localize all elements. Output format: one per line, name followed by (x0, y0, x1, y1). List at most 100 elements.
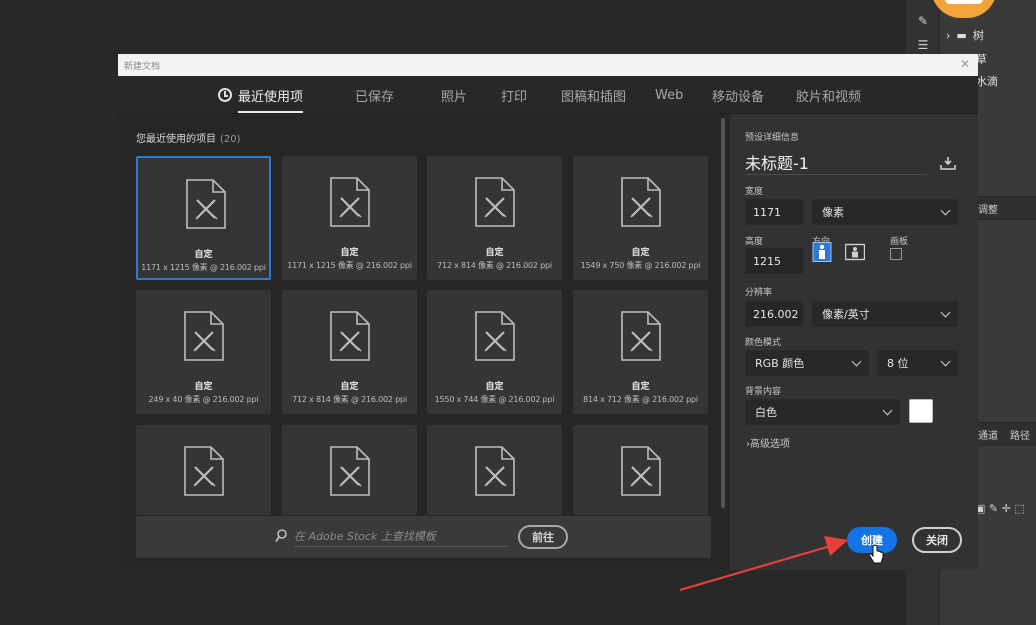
resolution-unit-select[interactable]: 像素/英寸 (812, 301, 958, 327)
background-contents-label: 背景内容 (745, 387, 782, 397)
tab-web[interactable]: Web (655, 76, 683, 114)
recent-items-count: (20) (220, 134, 241, 145)
recent-presets-pane: 您最近使用的项目 (20) 自定 1171 x 1215 像素 @ 216.002 … (118, 114, 730, 570)
tab-recent[interactable]: 最近使用项 (218, 76, 304, 114)
go-button[interactable]: 前往 (518, 525, 568, 549)
chevron-down-icon (940, 205, 951, 216)
preset-tile[interactable]: 自定 1171 x 1215 像素 @ 216.002 ppi (136, 156, 271, 280)
preset-tile[interactable]: 自定 1550 x 744 像素 @ 216.002 ppi (427, 290, 562, 414)
height-label: 高度 (745, 237, 764, 247)
document-icon (186, 179, 226, 229)
dialog-titlebar: 新建文档 ✕ (118, 54, 978, 76)
document-icon (475, 311, 515, 361)
hand-cursor-icon (868, 545, 884, 564)
portrait-orientation-icon[interactable] (812, 242, 832, 262)
dialog-title: 新建文档 (124, 62, 161, 72)
artboard-label: 画板 (890, 237, 909, 247)
tab-mobile[interactable]: 移动设备 (712, 76, 764, 114)
width-label: 宽度 (745, 187, 764, 197)
chevron-down-icon (940, 356, 951, 367)
document-icon (621, 446, 661, 496)
preset-name: 自定 (194, 382, 213, 392)
close-button[interactable]: 关闭 (912, 527, 962, 553)
preset-tile[interactable] (573, 425, 708, 515)
color-mode-select[interactable]: RGB 颜色 (745, 350, 869, 376)
width-unit-select[interactable]: 像素 (812, 199, 958, 225)
document-icon (475, 446, 515, 496)
landscape-orientation-icon[interactable] (845, 242, 865, 262)
stock-search-input[interactable] (294, 527, 509, 547)
preset-tile[interactable] (136, 425, 271, 515)
preset-tile[interactable] (427, 425, 562, 515)
tab-art-illustration[interactable]: 图稿和插图 (561, 76, 626, 114)
preset-name: 自定 (340, 382, 359, 392)
preset-info: 712 x 814 像素 @ 216.002 ppi (437, 261, 552, 270)
preset-tile[interactable]: 自定 1171 x 1215 像素 @ 216.002 ppi (282, 156, 417, 280)
height-input[interactable]: 1215 (745, 248, 803, 274)
adjust-sliders-icon[interactable]: ☰ (914, 38, 932, 52)
preset-name: 自定 (340, 248, 359, 258)
recent-items-label: 您最近使用的项目 (20) (136, 134, 241, 145)
tab-print[interactable]: 打印 (501, 76, 527, 114)
preset-info: 1550 x 744 像素 @ 216.002 ppi (434, 395, 555, 404)
document-icon (330, 177, 370, 227)
preset-name: 自定 (631, 382, 650, 392)
preset-info: 1549 x 750 像素 @ 216.002 ppi (580, 261, 701, 270)
chevron-down-icon (940, 307, 951, 318)
document-icon (330, 311, 370, 361)
new-document-dialog: 新建文档 ✕ 最近使用项 已保存 照片 打印 图稿和插图 Web 移动设备 胶片… (118, 54, 978, 570)
chevron-down-icon (882, 405, 893, 416)
layer-row[interactable]: 水滴 (976, 70, 998, 92)
document-name-input[interactable]: 未标题-1 (745, 150, 809, 174)
document-name-underline (745, 174, 927, 175)
preset-tile[interactable]: 自定 712 x 814 像素 @ 216.002 ppi (427, 156, 562, 280)
advanced-options-toggle[interactable]: ›高级选项 (746, 435, 790, 450)
brush-settings-icon[interactable]: ✎ (914, 14, 932, 28)
document-icon (621, 311, 661, 361)
document-icon (184, 446, 224, 496)
tab-film-video[interactable]: 胶片和视频 (796, 76, 861, 114)
adobe-stock-search-bar: 前往 (136, 516, 711, 558)
preset-info: 249 x 40 像素 @ 216.002 ppi (148, 395, 259, 404)
search-icon (275, 529, 287, 542)
panel-tab-channels[interactable]: 通道 (978, 424, 998, 444)
resolution-label: 分辨率 (745, 288, 773, 298)
color-mode-label: 颜色模式 (745, 338, 782, 348)
preset-name: 自定 (485, 382, 504, 392)
scrollbar[interactable] (721, 118, 725, 508)
preset-name: 自定 (485, 248, 504, 258)
preset-tile[interactable]: 自定 1549 x 750 像素 @ 216.002 ppi (573, 156, 708, 280)
preset-info: 1171 x 1215 像素 @ 216.002 ppi (141, 263, 266, 272)
document-icon (475, 177, 515, 227)
layer-row[interactable]: › ▬ 树 (946, 24, 984, 46)
background-color-swatch[interactable] (909, 399, 933, 423)
artboard-checkbox[interactable] (890, 248, 902, 260)
preset-tile[interactable]: 自定 814 x 712 像素 @ 216.002 ppi (573, 290, 708, 414)
preset-tile[interactable] (282, 425, 417, 515)
panel-tab-adjust[interactable]: 调整 (978, 198, 998, 218)
folder-icon: ▬ (956, 28, 967, 42)
preset-info: 712 x 814 像素 @ 216.002 ppi (292, 395, 407, 404)
save-preset-icon[interactable] (940, 156, 956, 170)
width-input[interactable]: 1171 (745, 199, 803, 225)
tab-saved[interactable]: 已保存 (355, 76, 394, 114)
resolution-input[interactable]: 216.002 (745, 301, 803, 327)
chevron-down-icon (851, 356, 862, 367)
background-contents-select[interactable]: 白色 (745, 399, 900, 425)
document-icon (184, 311, 224, 361)
document-icon (621, 177, 661, 227)
preset-details-pane: 预设详细信息 未标题-1 宽度 1171 像素 高度 1215 方向 画板 分辨… (730, 114, 978, 570)
panel-tab-paths[interactable]: 路径 (1010, 424, 1030, 444)
category-tabs: 最近使用项 已保存 照片 打印 图稿和插图 Web 移动设备 胶片和视频 (118, 76, 978, 114)
close-icon[interactable]: ✕ (960, 57, 970, 71)
preset-tile[interactable]: 自定 712 x 814 像素 @ 216.002 ppi (282, 290, 417, 414)
bit-depth-select[interactable]: 8 位 (877, 350, 958, 376)
preset-name: 自定 (194, 250, 213, 260)
preset-details-label: 预设详细信息 (745, 133, 800, 143)
layer-lock-icons[interactable]: ▣ ✎ ✛ ⬚ (975, 498, 1025, 518)
chevron-right-icon: › (946, 28, 951, 42)
preset-tile[interactable]: 自定 249 x 40 像素 @ 216.002 ppi (136, 290, 271, 414)
tab-photo[interactable]: 照片 (441, 76, 467, 114)
preset-info: 1171 x 1215 像素 @ 216.002 ppi (287, 261, 412, 270)
preset-name: 自定 (631, 248, 650, 258)
